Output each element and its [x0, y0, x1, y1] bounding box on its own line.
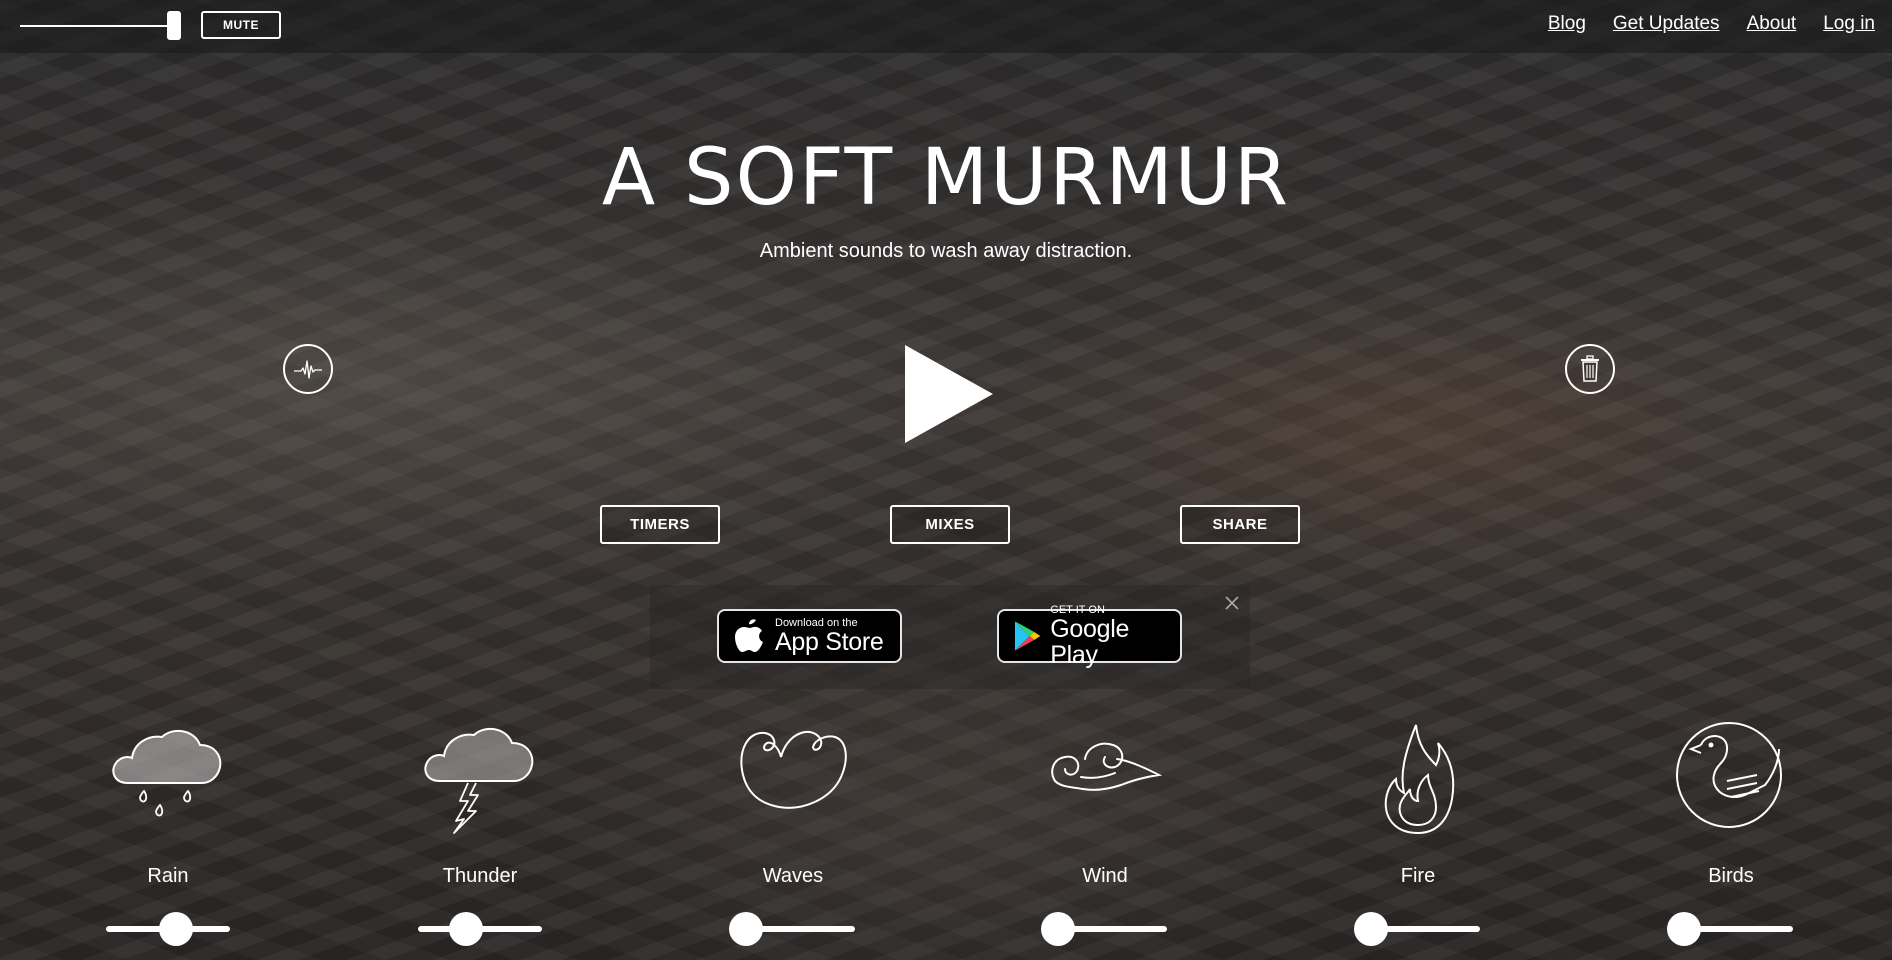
- random-mix-button[interactable]: [283, 344, 333, 394]
- sound-fire: Fire: [1308, 715, 1528, 960]
- nav-about-link[interactable]: About: [1747, 13, 1797, 35]
- clear-button[interactable]: [1565, 344, 1615, 394]
- mixes-button[interactable]: MIXES: [890, 505, 1010, 544]
- thunder-volume-thumb[interactable]: [448, 912, 483, 946]
- timers-button[interactable]: TIMERS: [600, 505, 720, 544]
- app-store-big-text: App Store: [775, 628, 884, 656]
- master-volume-track[interactable]: [20, 25, 175, 27]
- rain-cloud-icon: [112, 729, 222, 817]
- nav-blog-link[interactable]: Blog: [1548, 13, 1586, 35]
- wind-icon: [1051, 742, 1163, 791]
- sound-label-wind: Wind: [1082, 865, 1128, 887]
- wind-volume-thumb[interactable]: [1041, 912, 1075, 946]
- rain-volume-thumb[interactable]: [158, 912, 193, 946]
- play-button[interactable]: [903, 343, 995, 445]
- top-nav: Blog Get Updates About Log in: [1548, 13, 1875, 35]
- google-play-big-text: Google Play: [1050, 615, 1130, 669]
- app-download-banner: Download on the App Store GET IT ON Goog…: [650, 585, 1250, 689]
- sound-label-fire: Fire: [1400, 865, 1436, 887]
- bird-icon: [1676, 722, 1782, 828]
- top-bar: MUTE Blog Get Updates About Log in: [0, 0, 1892, 53]
- birds-volume-thumb[interactable]: [1667, 912, 1701, 946]
- sound-label-birds: Birds: [1708, 865, 1754, 887]
- waves-icon: [740, 731, 847, 809]
- sound-thunder: Thunder: [370, 715, 590, 960]
- trash-icon: [1581, 355, 1599, 382]
- thunder-cloud-icon: [424, 727, 534, 834]
- app-store-badge[interactable]: Download on the App Store: [717, 609, 902, 663]
- nav-login-link[interactable]: Log in: [1823, 13, 1875, 35]
- sound-wind: Wind: [995, 715, 1215, 960]
- page-title: A SOFT MURMUR: [601, 133, 1291, 223]
- google-play-badge[interactable]: GET IT ON Google Play: [997, 604, 1182, 668]
- sound-rain: Rain: [58, 715, 278, 960]
- share-button[interactable]: SHARE: [1180, 505, 1300, 544]
- page-subtitle: Ambient sounds to wash away distraction.: [759, 240, 1133, 262]
- sound-label-waves: Waves: [762, 865, 824, 887]
- nav-get-updates-link[interactable]: Get Updates: [1613, 13, 1720, 35]
- master-volume-thumb[interactable]: [167, 11, 181, 40]
- waves-volume-thumb[interactable]: [729, 912, 763, 946]
- fire-volume-thumb[interactable]: [1354, 912, 1388, 946]
- sound-label-thunder: Thunder: [442, 865, 518, 887]
- sound-label-rain: Rain: [147, 865, 189, 887]
- fire-icon: [1384, 724, 1455, 835]
- mute-button[interactable]: MUTE: [201, 11, 281, 39]
- sound-waves: Waves: [683, 715, 903, 960]
- close-icon[interactable]: [1222, 593, 1242, 613]
- waveform-icon: [294, 360, 322, 379]
- apple-icon: [735, 619, 763, 652]
- play-icon: [905, 345, 993, 443]
- sound-birds: Birds: [1621, 715, 1841, 960]
- google-play-icon: [1014, 621, 1041, 651]
